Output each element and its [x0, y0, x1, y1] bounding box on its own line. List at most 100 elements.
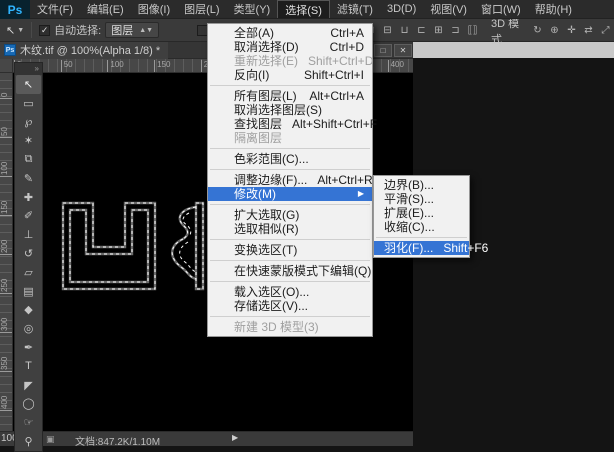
auto-select-checkbox[interactable]: ✓	[39, 24, 51, 36]
menu-item[interactable]: 全部(A) Ctrl+A ▶	[208, 26, 372, 40]
auto-select-label: 自动选择:	[54, 25, 102, 37]
3d-slide-icon[interactable]: ⇄	[580, 25, 597, 36]
document-tab[interactable]: Ps 木纹.tif @ 100%(Alpha 1/8) *	[0, 41, 169, 59]
pen-tool[interactable]: ✒	[15, 338, 42, 357]
tools-panel-header[interactable]: »	[15, 63, 42, 75]
menu-item[interactable]: 选取相似(R) ▶	[208, 222, 372, 236]
options-divider	[31, 22, 33, 38]
hand-tool[interactable]: ☞	[15, 413, 42, 432]
menu-bar-item[interactable]: 编辑(E)	[80, 0, 131, 18]
auto-select-target-dropdown[interactable]: 图层 ▲▼	[105, 22, 160, 38]
crop-tool[interactable]: ⧉	[15, 150, 42, 169]
move-tool-options-icon: ↖	[6, 24, 16, 37]
menu-bar-item[interactable]: 3D(D)	[380, 0, 423, 18]
3d-orbit-icon[interactable]: ↻	[529, 25, 546, 36]
modify-submenu: 边界(B)... 平滑(S)... 扩展(E)... 收缩(C)... 羽化(F…	[373, 175, 488, 258]
align-horizontal-centers-icon[interactable]: ⊞	[430, 25, 447, 36]
menu-bar-item[interactable]: 选择(S)	[277, 0, 330, 18]
menu-separator	[210, 239, 370, 240]
menu-item[interactable]: 色彩范围(C)... ▶	[208, 152, 372, 166]
restore-window-button[interactable]: □	[374, 44, 392, 57]
3d-scale-icon[interactable]: ⤢	[597, 25, 614, 36]
menu-item[interactable]: 查找图层 Alt+Shift+Ctrl+F ▶	[208, 117, 377, 131]
submenu-item[interactable]: 平滑(S)...	[374, 192, 469, 206]
menu-separator	[210, 260, 370, 261]
clone-stamp-tool[interactable]: ⊥	[15, 225, 42, 244]
type-tool[interactable]: T	[15, 357, 42, 376]
close-window-button[interactable]: ✕	[394, 44, 412, 57]
zoom-level-field[interactable]: 100%	[1, 433, 14, 444]
menu-separator	[210, 281, 370, 282]
dropdown-arrows-icon: ▲▼	[139, 26, 154, 34]
align-left-edges-icon[interactable]: ⊏	[413, 25, 430, 36]
move-tool[interactable]: ↖	[16, 75, 41, 94]
menu-separator	[210, 316, 370, 317]
distribute-icon[interactable]: ⟦⟧	[464, 25, 481, 36]
3d-roll-icon[interactable]: ⊕	[546, 25, 563, 36]
path-selection-tool[interactable]: ◤	[15, 376, 42, 395]
3d-pan-icon[interactable]: ✛	[563, 25, 580, 36]
menu-item[interactable]: 变换选区(T) ▶	[208, 243, 372, 257]
menu-item[interactable]: 取消选择图层(S) ▶	[208, 103, 372, 117]
tools-panel: » ↖ ▭ ℘ ✶ ⧉ ✎ ✚ ✐ ⊥ ↺ ▱ ▤ ◆ ◎ ✒ T ◤ ◯ ☞ …	[14, 62, 43, 452]
align-right-edges-icon[interactable]: ⊐	[447, 25, 464, 36]
align-icons-group: ⊓ ⊟ ⊔ ⊏ ⊞ ⊐ ⟦⟧	[362, 25, 481, 36]
menu-item[interactable]: 所有图层(L) Alt+Ctrl+A ▶	[208, 89, 372, 103]
select-menu-dropdown: 全部(A) Ctrl+A ▶ 取消选择(D) Ctrl+D ▶ 重新选择(E) …	[207, 23, 377, 337]
3d-mode-icons-group: ↻ ⊕ ✛ ⇄ ⤢	[529, 25, 614, 36]
menu-bar-item[interactable]: 文件(F)	[30, 0, 80, 18]
3d-mode-label: 3D 模式	[491, 17, 520, 46]
ruler-corner	[0, 59, 13, 73]
eraser-tool[interactable]: ▱	[15, 263, 42, 282]
status-options-arrow-icon[interactable]: ▶	[232, 433, 238, 442]
history-brush-tool[interactable]: ↺	[15, 244, 42, 263]
menu-bar-item[interactable]: 窗口(W)	[474, 0, 528, 18]
zoom-tool[interactable]: ⚲	[15, 432, 42, 451]
menu-item[interactable]: 重新选择(E) Shift+Ctrl+D ▶	[208, 54, 373, 68]
menu-item[interactable]: 取消选择(D) Ctrl+D ▶	[208, 40, 372, 54]
menu-bar-items: 文件(F) 编辑(E) 图像(I) 图层(L) 类型(Y) 选择(S) 滤镜(T…	[30, 0, 579, 18]
align-vertical-centers-icon[interactable]: ⊟	[379, 25, 396, 36]
menu-item[interactable]: 隔离图层 ▶	[208, 131, 372, 145]
gradient-tool[interactable]: ▤	[15, 282, 42, 301]
eyedropper-tool[interactable]: ✎	[15, 169, 42, 188]
submenu-item[interactable]: 羽化(F)... Shift+F6	[374, 241, 488, 255]
tools-list: ↖ ▭ ℘ ✶ ⧉ ✎ ✚ ✐ ⊥ ↺ ▱ ▤ ◆ ◎ ✒ T ◤ ◯ ☞ ⚲	[15, 75, 42, 451]
menu-item[interactable]: 修改(M) ▶	[208, 187, 372, 201]
menu-item[interactable]: 调整边缘(F)... Alt+Ctrl+R ▶	[208, 173, 373, 187]
rectangular-marquee-tool[interactable]: ▭	[15, 94, 42, 113]
blur-tool[interactable]: ◆	[15, 301, 42, 320]
menu-bar-item[interactable]: 滤镜(T)	[330, 0, 380, 18]
magic-wand-tool[interactable]: ✶	[15, 131, 42, 150]
shape-tool[interactable]: ◯	[15, 395, 42, 414]
menu-bar-item[interactable]: 帮助(H)	[528, 0, 579, 18]
file-thumbnail-icon: Ps	[4, 44, 16, 56]
menu-item[interactable]: 载入选区(O)... ▶	[208, 285, 372, 299]
status-preview-icon: ▣	[46, 434, 55, 444]
menu-bar-item[interactable]: 图像(I)	[131, 0, 177, 18]
menu-item[interactable]: 存储选区(V)... ▶	[208, 299, 372, 313]
document-title: 木纹.tif @ 100%(Alpha 1/8) *	[20, 45, 161, 57]
menu-bar-item[interactable]: 视图(V)	[423, 0, 474, 18]
menu-bar-item[interactable]: 图层(L)	[177, 0, 226, 18]
submenu-item[interactable]: 边界(B)...	[374, 178, 469, 192]
tool-preset-chevron-icon[interactable]: ▼	[17, 27, 24, 34]
submenu-item[interactable]: 收缩(C)...	[374, 220, 469, 234]
document-size-info: 文档:847.2K/1.10M	[75, 437, 161, 448]
dodge-tool[interactable]: ◎	[15, 319, 42, 338]
healing-brush-tool[interactable]: ✚	[15, 188, 42, 207]
menu-separator	[210, 204, 370, 205]
menu-item[interactable]: 扩大选取(G) ▶	[208, 208, 372, 222]
brush-tool[interactable]: ✐	[15, 207, 42, 226]
menu-separator	[376, 237, 467, 238]
menu-item[interactable]: 反向(I) Shift+Ctrl+I ▶	[208, 68, 372, 82]
lasso-tool[interactable]: ℘	[15, 113, 42, 132]
menu-item[interactable]: 新建 3D 模型(3) ▶	[208, 320, 372, 334]
menu-item[interactable]: 在快速蒙版模式下编辑(Q) ▶	[208, 264, 372, 278]
options-bar-right-icons: ⊓ ⊟ ⊔ ⊏ ⊞ ⊐ ⟦⟧ 3D 模式 ↻	[362, 18, 614, 46]
align-bottom-edges-icon[interactable]: ⊔	[396, 25, 413, 36]
submenu-item[interactable]: 扩展(E)...	[374, 206, 469, 220]
ps-logo: Ps	[0, 0, 30, 19]
menu-bar-item[interactable]: 类型(Y)	[227, 0, 278, 18]
menu-separator	[210, 169, 370, 170]
